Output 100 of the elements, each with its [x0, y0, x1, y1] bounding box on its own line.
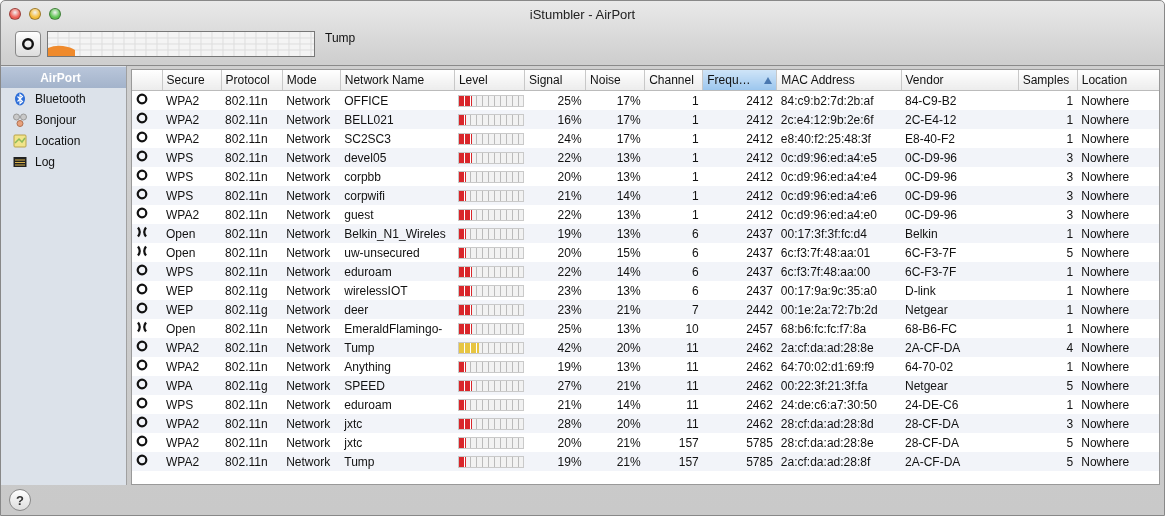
ring-icon: [136, 93, 148, 105]
network-nodes-icon: [13, 112, 27, 127]
table-cell: deer: [340, 300, 455, 319]
signal-level-meter: [458, 208, 525, 221]
table-cell: 2457: [702, 319, 777, 338]
table-cell: 42%: [524, 338, 586, 357]
ring-icon: [136, 435, 148, 447]
ring-icon: [136, 397, 148, 409]
table-cell: 2437: [702, 262, 777, 281]
column-header[interactable]: Vendor: [901, 70, 1019, 91]
table-cell: guest: [340, 205, 455, 224]
table-cell: Nowhere: [1077, 243, 1159, 262]
table-cell: Network: [282, 300, 341, 319]
table-cell: Open: [162, 224, 222, 243]
table-cell: Nowhere: [1077, 300, 1159, 319]
table-cell: 6: [644, 224, 703, 243]
table-cell: 802.11n: [221, 90, 283, 110]
signal-level-meter: [458, 284, 525, 297]
table-cell: 1: [1018, 129, 1078, 148]
sidebar-item[interactable]: Location: [1, 130, 126, 151]
table-cell: 1: [1018, 224, 1078, 243]
table-cell: Anything: [340, 357, 455, 376]
ring-icon: [136, 302, 148, 314]
table-cell: 3: [1018, 414, 1078, 433]
table-cell: e8:40:f2:25:48:3f: [776, 129, 901, 148]
table-cell: 1: [644, 90, 703, 110]
sidebar-item[interactable]: Bluetooth: [1, 88, 126, 109]
minimize-button[interactable]: [29, 8, 41, 20]
open-network-icon: [136, 245, 148, 257]
table-cell: 13%: [585, 319, 645, 338]
column-header[interactable]: Protocol: [221, 70, 283, 91]
column-header[interactable]: Samples: [1018, 70, 1078, 91]
open-network-icon: [136, 321, 148, 333]
table-cell: BELL021: [340, 110, 455, 129]
table-cell: 802.11g: [221, 281, 283, 300]
table-cell: 2412: [702, 167, 777, 186]
table-cell: WPA: [162, 376, 222, 395]
column-header[interactable]: Noise: [585, 70, 645, 91]
table-cell: 802.11n: [221, 167, 283, 186]
column-header[interactable]: Secure: [162, 70, 222, 91]
table-cell: 2437: [702, 243, 777, 262]
table-cell: WEP: [162, 281, 222, 300]
table-cell: 0C-D9-96: [901, 186, 1019, 205]
table-cell: 19%: [524, 452, 586, 471]
ring-icon: [136, 359, 148, 371]
table-cell: 2A-CF-DA: [901, 452, 1019, 471]
table-cell: 23%: [524, 300, 586, 319]
column-header[interactable]: Level: [454, 70, 525, 91]
sidebar-item[interactable]: Log: [1, 151, 126, 172]
open-network-icon: [136, 226, 148, 238]
signal-level-meter: [458, 113, 525, 126]
table-cell: 21%: [585, 376, 645, 395]
log-icon: [13, 154, 27, 169]
table-cell: 802.11n: [221, 110, 283, 129]
table-cell: 22%: [524, 148, 586, 167]
table-cell: 14%: [585, 395, 645, 414]
table-cell: 20%: [524, 433, 586, 452]
signal-level-meter: [458, 436, 525, 449]
table-cell: WPS: [162, 262, 222, 281]
table-cell: 6c:f3:7f:48:aa:01: [776, 243, 901, 262]
table-cell: 19%: [524, 357, 586, 376]
table-cell: wirelessIOT: [340, 281, 455, 300]
column-header[interactable]: Frequ…: [702, 70, 777, 91]
table-cell: Tump: [340, 452, 455, 471]
table-cell: Network: [282, 338, 341, 357]
column-header[interactable]: Channel: [644, 70, 703, 91]
table-cell: 2412: [702, 110, 777, 129]
column-header[interactable]: MAC Address: [776, 70, 901, 91]
column-header[interactable]: Location: [1077, 70, 1159, 91]
table-cell: corpwifi: [340, 186, 455, 205]
table-cell: 2c:e4:12:9b:2e:6f: [776, 110, 901, 129]
column-header[interactable]: Network Name: [340, 70, 455, 91]
table-cell: Network: [282, 205, 341, 224]
sidebar-item[interactable]: Bonjour: [1, 109, 126, 130]
table-cell: 68:b6:fc:fc:f7:8a: [776, 319, 901, 338]
column-header[interactable]: Signal: [524, 70, 586, 91]
ring-icon: [136, 264, 148, 276]
table-cell: eduroam: [340, 395, 455, 414]
table-cell: 3: [1018, 148, 1078, 167]
table-cell: 28%: [524, 414, 586, 433]
column-header[interactable]: Mode: [282, 70, 341, 91]
table-cell: Nowhere: [1077, 262, 1159, 281]
table-cell: 4: [1018, 338, 1078, 357]
table-cell: 21%: [585, 300, 645, 319]
table-cell: 13%: [585, 167, 645, 186]
close-button[interactable]: [9, 8, 21, 20]
zoom-button[interactable]: [49, 8, 61, 20]
table-cell: 11: [644, 414, 703, 433]
table-cell: Network: [282, 224, 341, 243]
table-cell: Nowhere: [1077, 414, 1159, 433]
table-cell: corpbb: [340, 167, 455, 186]
table-cell: 15%: [585, 243, 645, 262]
table-cell: 14%: [585, 186, 645, 205]
table-cell: D-link: [901, 281, 1019, 300]
table-cell: 64:70:02:d1:69:f9: [776, 357, 901, 376]
table-cell: Network: [282, 129, 341, 148]
help-button[interactable]: ?: [9, 489, 31, 511]
signal-level-meter: [458, 322, 525, 335]
table-cell: Network: [282, 262, 341, 281]
scan-button[interactable]: [15, 31, 41, 57]
